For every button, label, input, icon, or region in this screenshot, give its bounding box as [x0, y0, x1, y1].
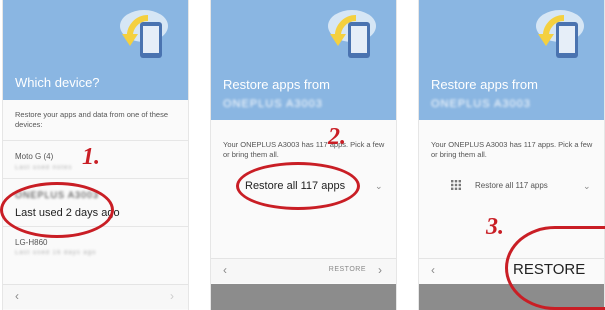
bottom-nav: ‹ ›	[3, 284, 188, 309]
back-button[interactable]: ‹	[223, 263, 227, 277]
step-number: 3.	[486, 214, 504, 240]
header: Restore apps from ONEPLUS A3003	[419, 0, 604, 120]
description: Your ONEPLUS A3003 has 117 apps. Pick a …	[431, 140, 593, 159]
source-device-name: ONEPLUS A3003	[431, 98, 531, 110]
header: Restore apps from ONEPLUS A3003	[211, 0, 396, 120]
header: Which device?	[3, 0, 188, 100]
page-title: Restore apps from	[223, 77, 330, 92]
chevron-down-icon[interactable]: ⌄	[375, 181, 383, 192]
device-name: Moto G (4)	[15, 152, 54, 161]
restore-all-label: Restore all 117 apps	[475, 181, 548, 190]
step-number: 2.	[328, 124, 346, 150]
description: Restore your apps and data from one of t…	[15, 110, 169, 129]
device-name: LG-H860	[15, 238, 48, 247]
device-last-used: Last used notes	[15, 165, 73, 171]
back-button[interactable]: ‹	[431, 263, 435, 277]
back-button[interactable]: ‹	[15, 289, 19, 303]
page-title: Which device?	[15, 75, 100, 90]
restore-phone-icon	[120, 10, 168, 58]
description: Your ONEPLUS A3003 has 117 apps. Pick a …	[223, 140, 385, 159]
source-device-name: ONEPLUS A3003	[223, 98, 323, 110]
next-arrow-icon[interactable]: ›	[378, 263, 382, 277]
system-nav-bar	[211, 284, 396, 310]
restore-button[interactable]: RESTORE	[329, 266, 366, 273]
apps-grid-icon	[451, 180, 461, 190]
screen-restore-apps: Restore apps from ONEPLUS A3003 Your ONE…	[210, 0, 397, 310]
highlight-circle	[236, 162, 360, 210]
next-button[interactable]: ›	[170, 289, 174, 303]
bottom-nav: ‹ RESTORE ›	[211, 258, 396, 283]
chevron-down-icon[interactable]: ⌄	[583, 181, 591, 192]
step-number: 1.	[82, 144, 100, 170]
restore-phone-icon	[536, 10, 584, 58]
highlight-circle	[0, 182, 114, 238]
device-last-used: Last used 16 days ago	[15, 250, 97, 256]
restore-phone-icon	[328, 10, 376, 58]
restore-all-option[interactable]: Restore all 117 apps	[475, 181, 594, 190]
highlight-circle	[505, 226, 605, 310]
page-title: Restore apps from	[431, 77, 538, 92]
